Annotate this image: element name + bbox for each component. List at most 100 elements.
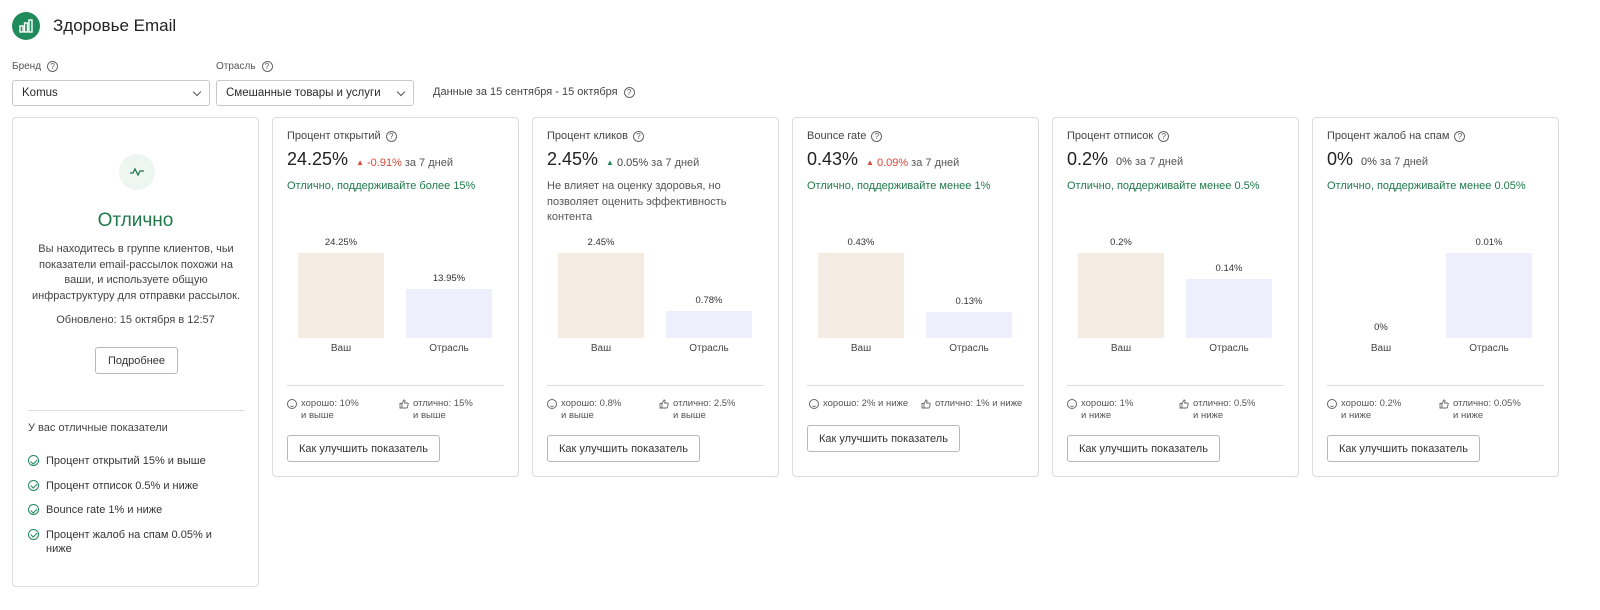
list-item: Процент отписок 0.5% и ниже [28,479,238,494]
chart-axis-label: Отрасль [949,343,989,354]
trend-up-icon: ▲ [866,158,874,167]
help-icon[interactable]: ? [47,61,59,72]
metric-note: Отлично, поддерживайте менее 0.05% [1327,180,1526,192]
metric-value: 24.25% [287,149,349,169]
chart-bar-you [1078,253,1164,338]
benchmark-good-text: хорошо: 0.2% и ниже [1341,398,1402,421]
benchmark-good-text: хорошо: 10% и выше [301,398,359,421]
metric-value: 0.2% [1067,149,1109,169]
benchmark-good: хорошо: 0.8% и выше [547,398,621,422]
metric-value-row: 0.43% ▲ 0.09% за 7 дней [807,149,959,170]
chart-bar-value-label: 0.01% [1475,237,1503,248]
thumbs-up-icon [399,399,409,409]
chart-bar-industry [666,310,752,338]
help-icon[interactable]: ? [871,130,883,142]
chart-axis-label: Отрасль [1469,343,1509,354]
metric-change-period: за 7 дней [1379,156,1429,168]
benchmark-excellent-text: отлично: 2.5% и выше [673,398,736,421]
metric-change-value: 0% [1361,156,1377,168]
industry-select[interactable]: Смешанные товары и услуги [216,80,414,106]
more-details-button[interactable]: Подробнее [95,347,178,374]
metric-note: Не влияет на оценку здоровья, но позволя… [547,180,727,223]
metric-value-row: 0% 0% за 7 дней [1327,149,1428,170]
divider [1327,385,1544,386]
health-summary-card: Отлично Вы находитесь в группе клиентов,… [12,117,259,587]
metric-title-text: Процент отписок [1067,130,1154,142]
chart-bar-value-label: 0.13% [955,296,983,308]
metric-value: 0.43% [807,149,859,169]
industry-label-text: Отрасль [216,61,256,72]
improve-metric-button[interactable]: Как улучшить показатель [287,435,440,462]
check-circle-icon [28,455,39,466]
industry-filter-label: Отрасль ? [216,61,273,72]
list-item-text: Процент жалоб на спам 0.05% и ниже [46,528,212,556]
chart-bar-value-label: 0.43% [847,237,875,248]
help-icon[interactable]: ? [623,86,635,98]
benchmark-excellent-text: отлично: 1% и ниже [935,398,1023,409]
chart-bar-value-label: 0.78% [695,294,723,306]
date-range-text: Данные за 15 сентября - 15 октября [433,86,618,98]
benchmark-excellent: отлично: 2.5% и выше [659,398,735,422]
metric-note: Отлично, поддерживайте менее 1% [807,180,991,192]
bar-chart: 2.45% Ваш 0.78% Отрасль [533,228,778,358]
page-title: Здоровье Email [53,16,177,35]
page-header: Здоровье Email [12,12,176,40]
divider [1067,385,1284,386]
brand-select-value: Komus [22,87,58,99]
trend-up-icon: ▲ [606,158,614,167]
improve-metric-button[interactable]: Как улучшить показатель [807,425,960,452]
trend-up-icon: ▲ [356,158,364,167]
metric-title: Процент открытий? [287,130,397,142]
chevron-down-icon [396,87,406,96]
metric-change: 0% за 7 дней [1116,156,1183,168]
chevron-down-icon [192,87,202,96]
chart-axis-label: Ваш [850,343,872,354]
list-item-text: Процент отписок 0.5% и ниже [46,479,199,492]
metric-change-value: 0% [1116,156,1132,168]
metric-title-text: Процент жалоб на спам [1327,130,1450,142]
smile-icon [809,399,819,409]
metric-change-period: за 7 дней [404,156,453,169]
help-icon[interactable]: ? [1454,130,1466,142]
chart-bar-value-label: 2.45% [587,237,615,248]
improve-metric-button[interactable]: Как улучшить показатель [547,435,700,462]
chart-bar-industry [1186,278,1272,338]
brand-label-text: Бренд [12,61,42,72]
check-circle-icon [28,504,39,515]
metric-card: Процент кликов? 2.45% ▲ 0.05% за 7 дней Не вл… [532,117,779,477]
improve-metric-button[interactable]: Как улучшить показатель [1067,435,1220,462]
benchmark-good: хорошо: 0.2% и ниже [1327,398,1401,422]
help-icon[interactable]: ? [633,130,645,142]
list-item-text: Bounce rate 1% и ниже [46,504,163,516]
smile-icon [287,399,297,409]
metric-value: 0% [1327,149,1354,169]
pulse-icon [119,154,155,190]
improve-metric-button[interactable]: Как улучшить показатель [1327,435,1480,462]
metric-change-value: 0.05% [616,156,649,169]
chart-axis-label: Ваш [1370,343,1392,354]
chart-bar-you [818,253,904,338]
metric-title: Процент жалоб на спам? [1327,130,1466,142]
industry-select-value: Смешанные товары и услуги [226,87,381,99]
benchmark-excellent: отлично: 0.5% и ниже [1179,398,1255,422]
good-metrics-title: У вас отличные показатели [28,422,168,434]
check-circle-icon [28,479,39,491]
benchmark-excellent-text: отлично: 0.5% и ниже [1193,398,1256,421]
metric-title-text: Bounce rate [807,130,867,142]
help-icon[interactable]: ? [385,130,397,142]
bar-chart-icon [12,12,40,40]
brand-filter-label: Бренд ? [12,61,59,72]
help-icon[interactable]: ? [1158,130,1170,142]
bar-chart: 0.43% Ваш 0.13% Отрасль [793,228,1038,358]
bar-chart: 24.25% Ваш 13.95% Отрасль [273,228,518,358]
metric-note: Отлично, поддерживайте менее 0.5% [1067,180,1260,192]
benchmark-excellent: отлично: 1% и ниже [921,398,1022,410]
metric-card: Bounce rate? 0.43% ▲ 0.09% за 7 дней Отлично,… [792,117,1039,477]
chart-axis-label: Ваш [1110,343,1132,354]
help-icon[interactable]: ? [261,61,273,72]
chart-axis-label: Отрасль [689,343,729,354]
metric-change-period: за 7 дней [911,156,960,169]
benchmark-excellent-text: отлично: 15% и выше [413,398,473,421]
brand-select[interactable]: Komus [12,80,210,106]
metric-value: 2.45% [547,149,599,169]
